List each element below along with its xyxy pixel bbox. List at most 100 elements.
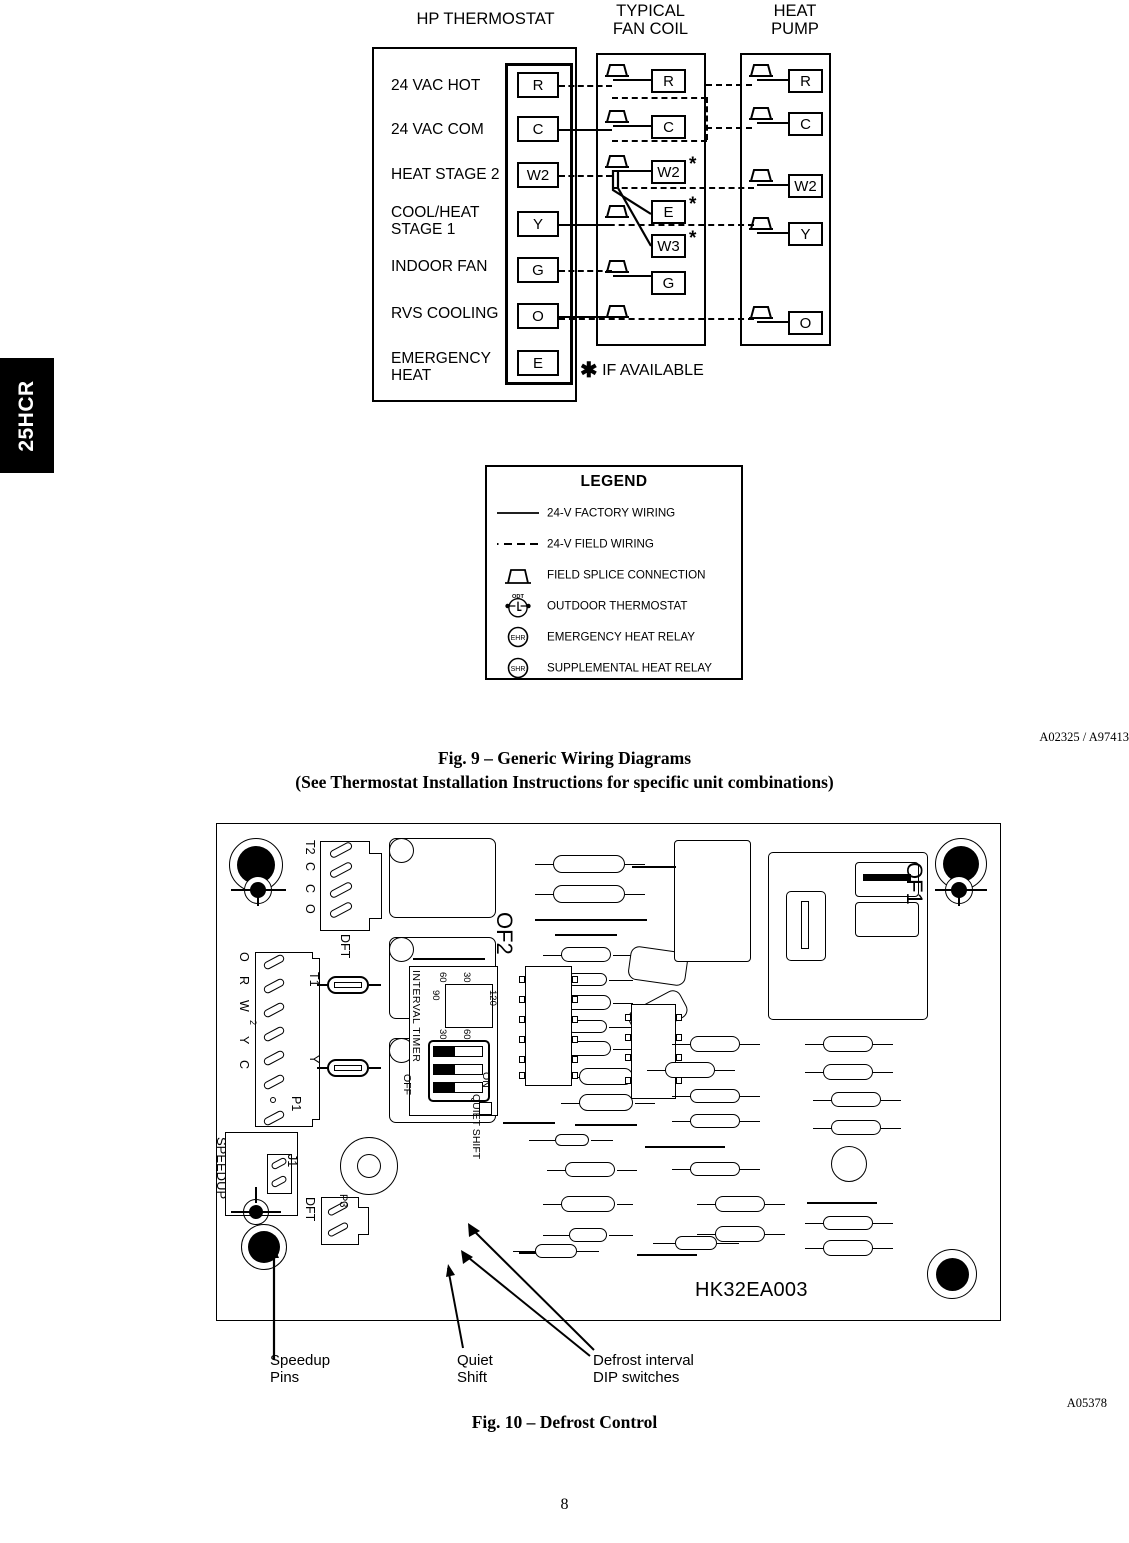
fancoil-terminal-r: R bbox=[651, 69, 686, 93]
trace-tr-v bbox=[958, 890, 960, 906]
field-bus-c bbox=[612, 140, 707, 142]
callout-dip-switches: Defrost interval DIP switches bbox=[593, 1352, 694, 1387]
resistor bbox=[543, 947, 633, 962]
connector-label-dft-top: DFT bbox=[338, 934, 352, 959]
wire-fc-e-w3-branch bbox=[611, 170, 652, 247]
solid-line-icon bbox=[497, 511, 539, 514]
field-bus-w2-to-hp bbox=[612, 187, 754, 189]
pin-label-p1-y: Y bbox=[237, 1036, 251, 1045]
thermostat-row-label-5: RVS COOLING bbox=[391, 305, 499, 322]
ic-chip-1 bbox=[519, 966, 578, 1086]
field-wire-w2 bbox=[559, 175, 612, 177]
field-bus-r bbox=[612, 97, 707, 99]
dip-matrix-right: 120 bbox=[487, 990, 498, 1006]
trace-a1 bbox=[535, 919, 647, 921]
relay-icon-shr: SHR bbox=[507, 657, 529, 678]
field-bus-c-to-hp bbox=[706, 127, 752, 129]
thermostat-terminal-e: E bbox=[517, 350, 559, 376]
figure-9-caption-line1: Fig. 9 – Generic Wiring Diagrams bbox=[437, 748, 692, 768]
connector-dft-key bbox=[369, 853, 382, 919]
dip-switch-bank[interactable] bbox=[428, 1040, 490, 1102]
thermostat-terminal-g: G bbox=[517, 257, 559, 283]
trace-mid bbox=[503, 1122, 555, 1124]
dip-matrix-top-right: 30 bbox=[461, 972, 472, 983]
legend-label-supplemental-heat-relay: SUPPLEMENTAL HEAT RELAY bbox=[547, 661, 712, 674]
fuse-label-t1: T1 bbox=[307, 972, 321, 987]
resistor bbox=[647, 1062, 735, 1078]
field-bus-r-to-hp bbox=[706, 84, 752, 86]
star-marker-w3-fc: * bbox=[689, 228, 697, 249]
of1-terminal-lower bbox=[855, 902, 919, 937]
relay-icon-ehr: EHR bbox=[507, 626, 529, 647]
resistor bbox=[813, 1092, 901, 1107]
thermostat-row-label-1: 24 VAC COM bbox=[391, 121, 484, 138]
connector-label-p1: P1 bbox=[289, 1096, 303, 1112]
splice-icon bbox=[505, 568, 531, 584]
field-splice-icon bbox=[749, 217, 773, 230]
trace-xfmr bbox=[632, 866, 676, 868]
legend-row-factory-wiring: 24-V FACTORY WIRING bbox=[487, 497, 741, 528]
resistor bbox=[672, 1036, 760, 1052]
page-number: 8 bbox=[560, 1496, 569, 1513]
trace-a3 bbox=[575, 1124, 637, 1126]
pin-label-p1-c: C bbox=[237, 1060, 251, 1070]
wire-hp-y bbox=[757, 232, 789, 235]
resistor bbox=[805, 1064, 893, 1080]
trace-a2 bbox=[555, 934, 617, 936]
pin-label-p1-o: O bbox=[237, 952, 251, 962]
field-splice-icon bbox=[605, 110, 629, 123]
field-wire-r bbox=[559, 85, 612, 87]
dip-switch-1[interactable] bbox=[433, 1046, 483, 1057]
trace-fuse-t1-r bbox=[369, 984, 381, 986]
heatpump-terminal-r: R bbox=[788, 69, 823, 93]
thermostat-terminal-c: C bbox=[517, 116, 559, 142]
resistor bbox=[805, 1036, 893, 1052]
wire-hp-w2 bbox=[757, 184, 789, 187]
wire-fc-r bbox=[613, 79, 653, 82]
dip-matrix-top-left: 60 bbox=[437, 972, 448, 983]
star-marker-w2-fc: * bbox=[689, 154, 697, 175]
pin-label-t2: T2 bbox=[303, 840, 317, 855]
resistor bbox=[535, 855, 645, 873]
trace-tl-v bbox=[257, 890, 259, 906]
field-wire-g bbox=[559, 270, 612, 272]
legend-label-field-wiring: 24-V FIELD WIRING bbox=[547, 537, 654, 550]
trace-fuse-y-l bbox=[317, 1067, 329, 1069]
fancoil-terminal-g: G bbox=[651, 271, 686, 295]
outdoor-thermostat-icon: ODT bbox=[505, 594, 531, 618]
legend-row-field-splice: FIELD SPLICE CONNECTION bbox=[487, 559, 741, 590]
svg-text:ODT: ODT bbox=[512, 594, 524, 600]
legend-label-emergency-heat-relay: EMERGENCY HEAT RELAY bbox=[547, 630, 695, 643]
pin-label-p1-w-sub: 2 bbox=[248, 1020, 258, 1026]
field-wire-c bbox=[559, 129, 612, 131]
connector-pin-hole bbox=[270, 1097, 276, 1103]
trace-fuse-y-r bbox=[369, 1067, 381, 1069]
legend-row-field-wiring: 24-V FIELD WIRING bbox=[487, 528, 741, 559]
fancoil-terminal-c: C bbox=[651, 115, 686, 139]
test-pad bbox=[479, 1102, 492, 1115]
legend-title: LEGEND bbox=[580, 473, 648, 490]
wire-fc-g bbox=[613, 275, 653, 278]
figure-10-caption: Fig. 10 – Defrost Control bbox=[471, 1412, 658, 1432]
field-bus-r-drop bbox=[706, 97, 708, 140]
dip-title-interval-timer: INTERVAL TIMER bbox=[410, 970, 422, 1063]
pin-label-c1: C bbox=[303, 862, 317, 872]
resistor bbox=[672, 1089, 760, 1103]
fuse-t1 bbox=[327, 976, 369, 994]
output-label-of2: OF2 bbox=[492, 912, 517, 955]
legend-label-outdoor-thermostat: OUTDOOR THERMOSTAT bbox=[547, 599, 688, 612]
dip-switch-3[interactable] bbox=[433, 1082, 483, 1093]
legend-row-outdoor-thermostat: ODT OUTDOOR THERMOSTAT bbox=[487, 590, 741, 621]
trace-tr bbox=[935, 889, 987, 891]
heatpump-terminal-y: Y bbox=[788, 222, 823, 246]
heatpump-terminal-w2: W2 bbox=[788, 174, 823, 198]
dip-switch-2[interactable] bbox=[433, 1064, 483, 1075]
callout-leaders bbox=[269, 1223, 595, 1360]
trace-dip-top bbox=[413, 958, 485, 960]
wire-hp-o bbox=[757, 321, 789, 324]
star-marker-e-fc: * bbox=[689, 194, 697, 215]
fuse-y bbox=[327, 1059, 369, 1077]
resistor bbox=[805, 1240, 893, 1256]
art-id-fig10: A05378 bbox=[1066, 1396, 1107, 1410]
field-splice-icon bbox=[749, 107, 773, 120]
